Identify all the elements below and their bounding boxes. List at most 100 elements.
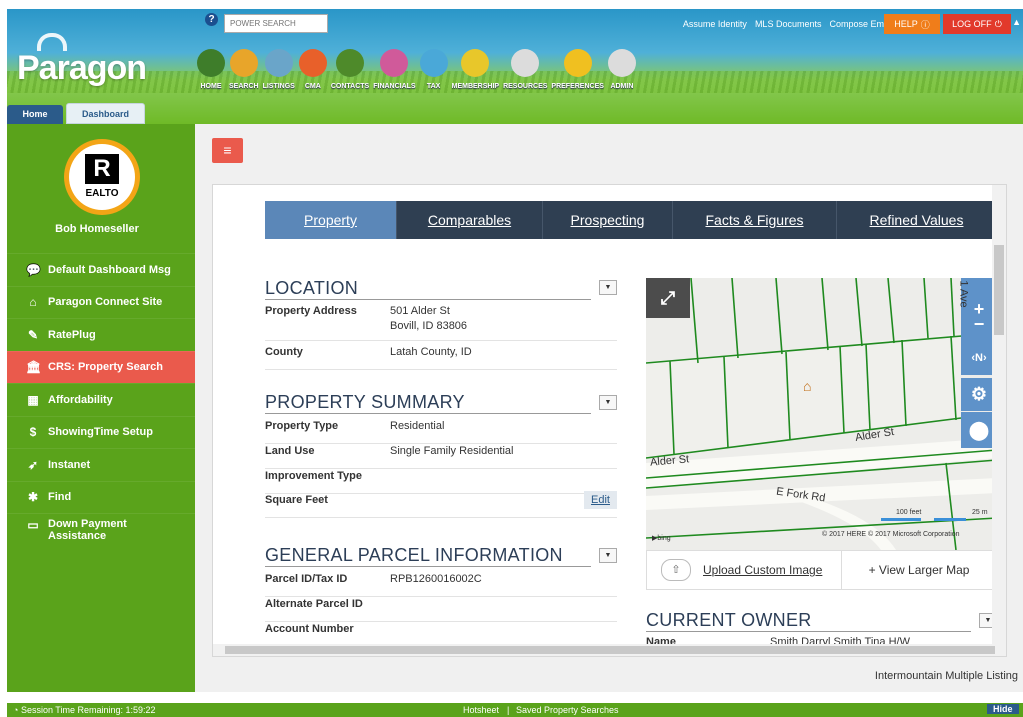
upload-custom-image-button[interactable]: ⇧ Upload Custom Image [647,551,842,589]
property-map[interactable]: ⤢ + − ‹N› ⚙ ⬤ ⌂ Alder St Alder St E Fork… [646,278,997,550]
view-larger-map-link[interactable]: + View Larger Map [842,551,996,589]
hotsheet-link[interactable]: Hotsheet [463,705,499,715]
sidebar-item-showingtime-setup[interactable]: $ ShowingTime Setup [7,415,195,449]
home-icon: ⌂ [29,295,37,310]
logo-roof-icon [37,33,67,51]
nav-item-preferences[interactable]: PREFERENCES [551,49,604,90]
summary-row: Land Use Single Family Residential [265,445,617,469]
top-links: Assume Identity MLS Documents Compose Em… [683,19,893,29]
saved-searches-link[interactable]: Saved Property Searches [516,705,619,715]
sidebar-item-default-dashboard-msg[interactable]: 💬 Default Dashboard Msg [7,253,195,286]
tab-property[interactable]: Property [265,201,397,239]
tab-comparables[interactable]: Comparables [397,201,543,239]
vertical-scrollbar[interactable] [992,185,1006,656]
bank-icon: 🏛 [26,360,42,375]
mls-documents-link[interactable]: MLS Documents [755,19,822,29]
bulb-icon [607,49,636,77]
tab-prospecting[interactable]: Prospecting [543,201,673,239]
tree-icon [197,49,225,77]
house-marker-icon[interactable]: ⌂ [803,378,811,394]
location-collapse-icon[interactable]: ▼ [599,280,617,295]
power-search-input[interactable] [224,14,328,33]
logoff-button[interactable]: LOG OFF ⏻ [943,14,1011,34]
location-row: Property Address 501 Alder St Bovill, ID… [265,305,617,341]
plant-icon [336,49,365,77]
sunflower-icon [563,49,592,77]
property-tabs: Property Comparables Prospecting Facts & Fi… [265,201,997,239]
bing-logo: ▶bing [652,535,671,542]
summary-row: Square Feet Edit [265,491,617,518]
sidebar-item-rateplug[interactable]: ✎ RatePlug [7,318,195,351]
nav-item-financials[interactable]: FINANCIALS [373,49,416,90]
cart-icon [264,49,293,77]
user-name: Bob Homeseller [55,223,139,235]
property-summary-title: PROPERTY SUMMARY [265,392,465,412]
nav-item-search[interactable]: SEARCH [229,49,259,90]
help-circle-icon: ⓘ [920,19,930,30]
rocket-icon: ➶ [27,457,39,472]
summary-row: Property Type Residential [265,420,617,444]
main-content: ≡ Property Comparables Prospecting Facts & … [195,124,1023,692]
edit-square-feet-button[interactable]: Edit [584,491,617,509]
horizontal-scrollbar[interactable] [213,644,1006,656]
help-button[interactable]: HELP ⓘ [884,14,940,34]
windmill-icon [511,49,540,77]
app-header: Paragon ? Assume Identity MLS Documents … [7,9,1023,124]
sidebar-item-affordability[interactable]: ▦ Affordability [7,383,195,416]
chat-icon: 💬 [26,262,41,277]
location-row: County Latah County, ID [265,346,617,370]
sprout-icon [380,49,409,77]
tab-refined-values[interactable]: Refined Values [837,201,997,239]
paragon-logo[interactable]: Paragon [17,33,147,88]
assume-identity-link[interactable]: Assume Identity [683,19,747,29]
card-icon: ▭ [27,518,39,532]
parcel-collapse-icon[interactable]: ▼ [599,548,617,563]
cloud-upload-icon: ⇧ [661,559,691,581]
clock-icon: ◔ [13,705,19,715]
nav-item-contacts[interactable]: CONTACTS [331,49,369,90]
current-owner-title: CURRENT OWNER [646,610,812,630]
nav-item-admin[interactable]: ADMIN [607,49,636,90]
sidebar: R EALTO Bob Homeseller 💬 Default Dashboar… [7,124,195,692]
avatar[interactable]: R EALTO [64,139,140,215]
power-icon: ⏻ [994,18,1002,29]
sidebar-item-find[interactable]: ✱ Find [7,480,195,514]
nav-item-listings[interactable]: LISTINGS [263,49,295,90]
scroll-up-icon[interactable]: ▲ [1012,17,1021,27]
parcel-row: Alternate Parcel ID [265,598,617,622]
calculator-icon: ▦ [27,392,39,407]
sidebar-item-paragon-connect-site[interactable]: ⌂ Paragon Connect Site [7,285,195,319]
nav-item-membership[interactable]: MEMBERSHIP [452,49,499,90]
nav-item-home[interactable]: HOME [197,49,225,90]
main-nav: HOME SEARCH LISTINGS CMA CONTACTS FINANCIALS T… [197,49,640,90]
map-parcels [646,278,997,550]
butterfly-icon [298,49,327,77]
help-question-icon[interactable]: ? [205,13,218,26]
pot-icon [461,49,490,77]
session-timer: ◔ Session Time Remaining: 1:59:22 [13,705,156,715]
nav-item-resources[interactable]: RESOURCES [503,49,547,90]
sidebar-item-down-payment-assistance[interactable]: ▭ Down Payment Assistance [7,513,195,561]
location-title: LOCATION [265,278,359,298]
mls-footer-text: Intermountain Multiple Listing [874,670,1018,682]
sidebar-item-instanet[interactable]: ➶ Instanet [7,448,195,481]
tab-dashboard[interactable]: Dashboard [66,103,145,124]
map-fullscreen-icon[interactable]: ⤢ [646,278,690,318]
plug-icon: ✎ [27,327,39,342]
hide-button[interactable]: Hide [987,704,1019,714]
hamburger-menu-icon[interactable]: ≡ [212,138,243,163]
tab-facts-figures[interactable]: Facts & Figures [673,201,837,239]
nav-item-tax[interactable]: TAX [419,49,448,90]
property-panel: Property Comparables Prospecting Facts & Fi… [212,184,1007,657]
sidebar-item-crs-property-search[interactable]: 🏛 CRS: Property Search [7,350,195,383]
bug-icon: ✱ [27,490,39,505]
summary-row: Improvement Type [265,470,617,494]
parcel-title: GENERAL PARCEL INFORMATION [265,545,563,565]
map-actions: ⇧ Upload Custom Image + View Larger Map [646,550,997,590]
realtor-logo-icon: R [85,154,119,184]
summary-collapse-icon[interactable]: ▼ [599,395,617,410]
tab-home[interactable]: Home [7,105,63,124]
nav-item-cma[interactable]: CMA [298,49,327,90]
sidebar-menu: 💬 Default Dashboard Msg ⌂ Paragon Connect S… [7,253,195,561]
status-bar: ◔ Session Time Remaining: 1:59:22 Hotshe… [7,703,1023,717]
